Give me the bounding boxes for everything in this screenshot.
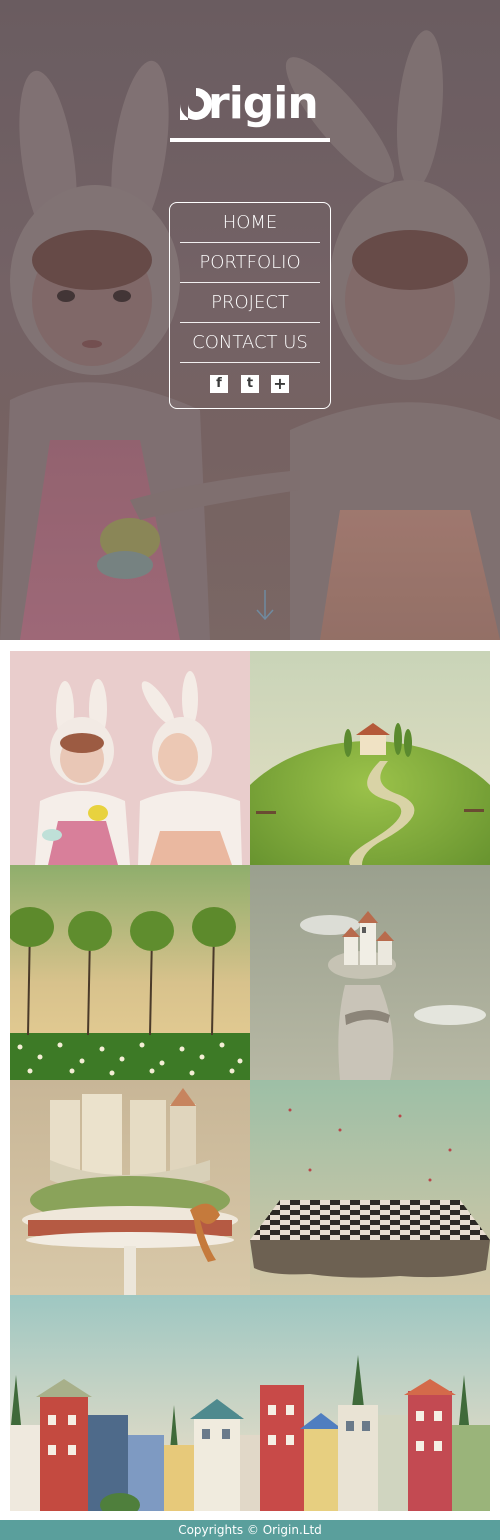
gallery-tile-village-houses[interactable]	[10, 1295, 490, 1511]
gallery-tile-castle-tower[interactable]	[250, 865, 490, 1080]
facebook-icon[interactable]: f	[210, 375, 228, 393]
nav-item-portfolio[interactable]: PORTFOLIO	[180, 243, 320, 283]
gallery-tile-checkerboard[interactable]	[250, 1080, 490, 1295]
nav-item-contact-us[interactable]: CONTACT US	[180, 323, 320, 363]
social-links: f t +	[210, 375, 292, 393]
arrow-down-icon[interactable]	[255, 588, 275, 622]
copyright-text: Copyrights © Origin.Ltd	[178, 1523, 322, 1537]
gallery-tile-castle-cake[interactable]	[10, 1080, 250, 1295]
gallery-tile-hill-house[interactable]	[250, 651, 490, 865]
site-footer: Copyrights © Origin.Ltd	[0, 1520, 500, 1540]
gallery-tile-trees-row[interactable]	[10, 865, 250, 1080]
site-logo[interactable]: rigin	[170, 78, 330, 142]
google-plus-icon[interactable]: +	[271, 375, 289, 393]
twitter-icon[interactable]: t	[241, 375, 259, 393]
main-navigation: HOME PORTFOLIO PROJECT CONTACT US f t +	[169, 202, 331, 409]
nav-item-home[interactable]: HOME	[180, 203, 320, 243]
logo-text: rigin	[208, 78, 319, 129]
logo-underline	[170, 138, 330, 142]
portfolio-gallery	[10, 651, 490, 1511]
gallery-tile-bunny-girls[interactable]	[10, 651, 250, 865]
hero-section: rigin HOME PORTFOLIO PROJECT CONTACT US …	[0, 0, 500, 640]
nav-item-project[interactable]: PROJECT	[180, 283, 320, 323]
